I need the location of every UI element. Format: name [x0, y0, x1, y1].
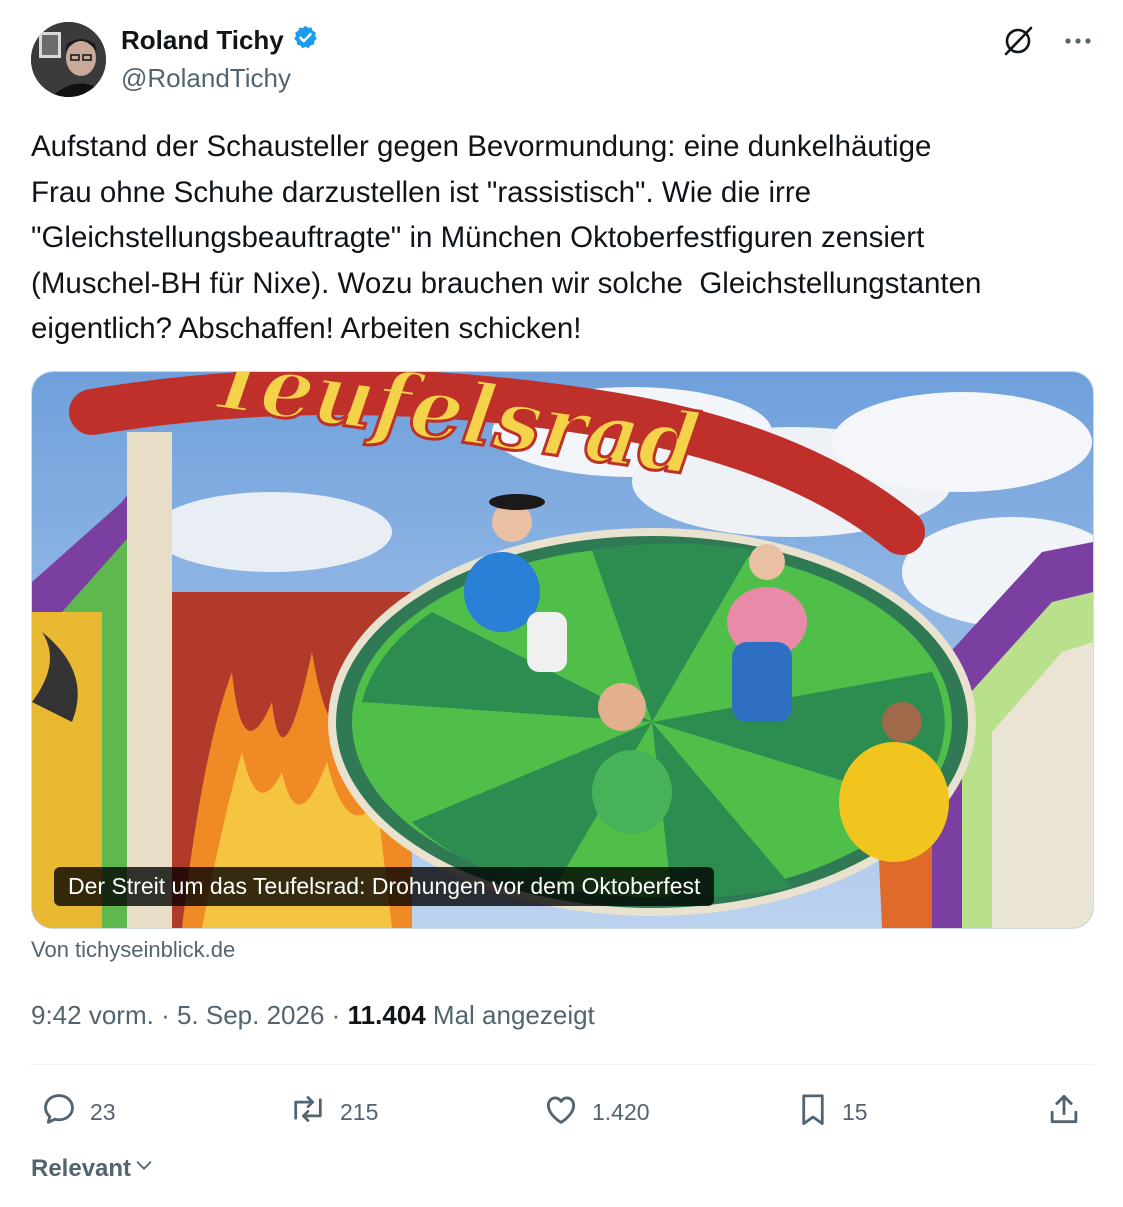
bookmark-button[interactable]: 15	[796, 1090, 868, 1134]
tweet-date[interactable]: 5. Sep. 2026	[177, 1000, 324, 1030]
grok-icon[interactable]	[1001, 24, 1035, 63]
share-button[interactable]	[1045, 1090, 1083, 1134]
bookmark-count: 15	[842, 1098, 868, 1125]
teufelsrad-photo: Teufelsrad	[32, 372, 1093, 928]
chevron-down-icon	[133, 1154, 155, 1183]
author-name[interactable]: Roland Tichy	[121, 25, 284, 56]
heart-icon	[542, 1090, 580, 1134]
sort-dropdown[interactable]: Relevant	[31, 1154, 155, 1183]
reply-count: 23	[90, 1098, 116, 1125]
share-icon	[1045, 1090, 1083, 1134]
link-card-caption[interactable]: Der Streit um das Teufelsrad: Drohungen …	[54, 867, 715, 906]
link-source[interactable]: Von tichyseinblick.de	[31, 937, 235, 963]
header-actions	[1001, 24, 1093, 63]
views-count: 11.404	[347, 1000, 426, 1030]
tweet-meta: 9:42 vorm. · 5. Sep. 2026 · 11.404 Mal a…	[31, 1000, 595, 1031]
like-count: 1.420	[592, 1098, 650, 1125]
author-name-row[interactable]: Roland Tichy	[121, 24, 319, 56]
sort-label: Relevant	[31, 1154, 132, 1182]
tweet-text: Aufstand der Schausteller gegen Bevormun…	[31, 130, 982, 345]
link-card-image[interactable]: Teufelsrad	[31, 371, 1094, 929]
repost-button[interactable]: 215	[288, 1090, 378, 1134]
reply-icon	[40, 1090, 78, 1134]
tweet-time[interactable]: 9:42 vorm.	[31, 1000, 154, 1030]
avatar-image	[31, 22, 106, 97]
meta-separator: ·	[331, 1000, 341, 1030]
more-icon[interactable]	[1063, 26, 1093, 61]
like-button[interactable]: 1.420	[542, 1090, 650, 1134]
views-label: Mal angezeigt	[432, 1000, 595, 1030]
repost-icon	[288, 1090, 328, 1134]
divider	[31, 1064, 1093, 1065]
bookmark-icon	[796, 1090, 830, 1134]
meta-separator: ·	[161, 1000, 170, 1030]
author-avatar[interactable]	[31, 22, 106, 97]
author-handle[interactable]: @RolandTichy	[121, 63, 291, 94]
reply-button[interactable]: 23	[40, 1090, 116, 1134]
repost-count: 215	[340, 1098, 379, 1125]
verified-badge-icon	[292, 24, 319, 56]
